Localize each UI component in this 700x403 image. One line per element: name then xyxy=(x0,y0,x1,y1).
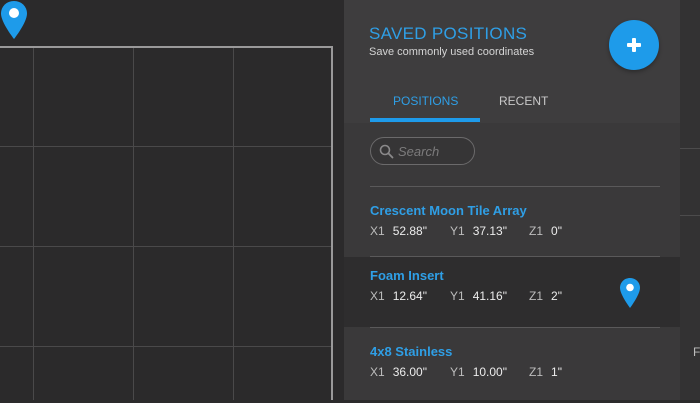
divider xyxy=(680,148,700,149)
y-label: Y1 xyxy=(450,224,465,238)
work-area-border xyxy=(0,46,333,400)
x-value: 52.88" xyxy=(392,224,427,238)
y-label: Y1 xyxy=(450,289,465,303)
x-label: X1 xyxy=(370,365,385,379)
position-item-foam-insert[interactable]: Foam Insert X1 12.64" Y1 41.16" Z1 2" xyxy=(344,257,680,327)
saved-positions-panel: SAVED POSITIONS Save commonly used coord… xyxy=(344,0,680,400)
y-value: 37.13" xyxy=(472,224,507,238)
adjacent-panel-label: F xyxy=(693,345,700,359)
x-value: 12.64" xyxy=(392,289,427,303)
tab-bar: POSITIONS RECENT xyxy=(344,88,680,123)
grid-lines xyxy=(0,46,333,400)
position-name: 4x8 Stainless xyxy=(370,344,453,359)
divider xyxy=(370,186,660,187)
z-label: Z1 xyxy=(529,224,544,238)
grid-minor-lines xyxy=(0,48,331,400)
location-pin-icon[interactable] xyxy=(619,277,641,309)
adjacent-panel: F xyxy=(680,0,700,400)
z-value: 0" xyxy=(551,224,562,238)
divider xyxy=(680,215,700,216)
position-item-4x8-stainless[interactable]: 4x8 Stainless X1 36.00" Y1 10.00" Z1 1" xyxy=(344,333,680,403)
panel-subtitle: Save commonly used coordinates xyxy=(369,46,535,58)
panel-header: SAVED POSITIONS Save commonly used coord… xyxy=(344,0,680,88)
z-value: 2" xyxy=(551,289,562,303)
location-pin-icon[interactable] xyxy=(0,0,28,40)
z-label: Z1 xyxy=(529,289,544,303)
tab-recent[interactable]: RECENT xyxy=(499,94,548,108)
y-value: 10.00" xyxy=(472,365,507,379)
x-label: X1 xyxy=(370,224,385,238)
x-value: 36.00" xyxy=(392,365,427,379)
active-tab-indicator xyxy=(370,118,480,122)
divider xyxy=(370,327,660,328)
search-box[interactable] xyxy=(370,137,475,165)
z-value: 1" xyxy=(551,365,562,379)
grid-canvas[interactable] xyxy=(0,0,344,400)
tab-positions[interactable]: POSITIONS xyxy=(393,94,458,108)
y-label: Y1 xyxy=(450,365,465,379)
position-name: Foam Insert xyxy=(370,268,444,283)
search-icon xyxy=(379,144,394,159)
position-name: Crescent Moon Tile Array xyxy=(370,203,527,218)
search-input[interactable] xyxy=(398,141,470,161)
panel-title: SAVED POSITIONS xyxy=(369,24,528,43)
y-value: 41.16" xyxy=(472,289,507,303)
add-position-button[interactable] xyxy=(609,20,659,70)
position-item-crescent-moon[interactable]: Crescent Moon Tile Array X1 52.88" Y1 37.1… xyxy=(344,192,680,262)
z-label: Z1 xyxy=(529,365,544,379)
x-label: X1 xyxy=(370,289,385,303)
